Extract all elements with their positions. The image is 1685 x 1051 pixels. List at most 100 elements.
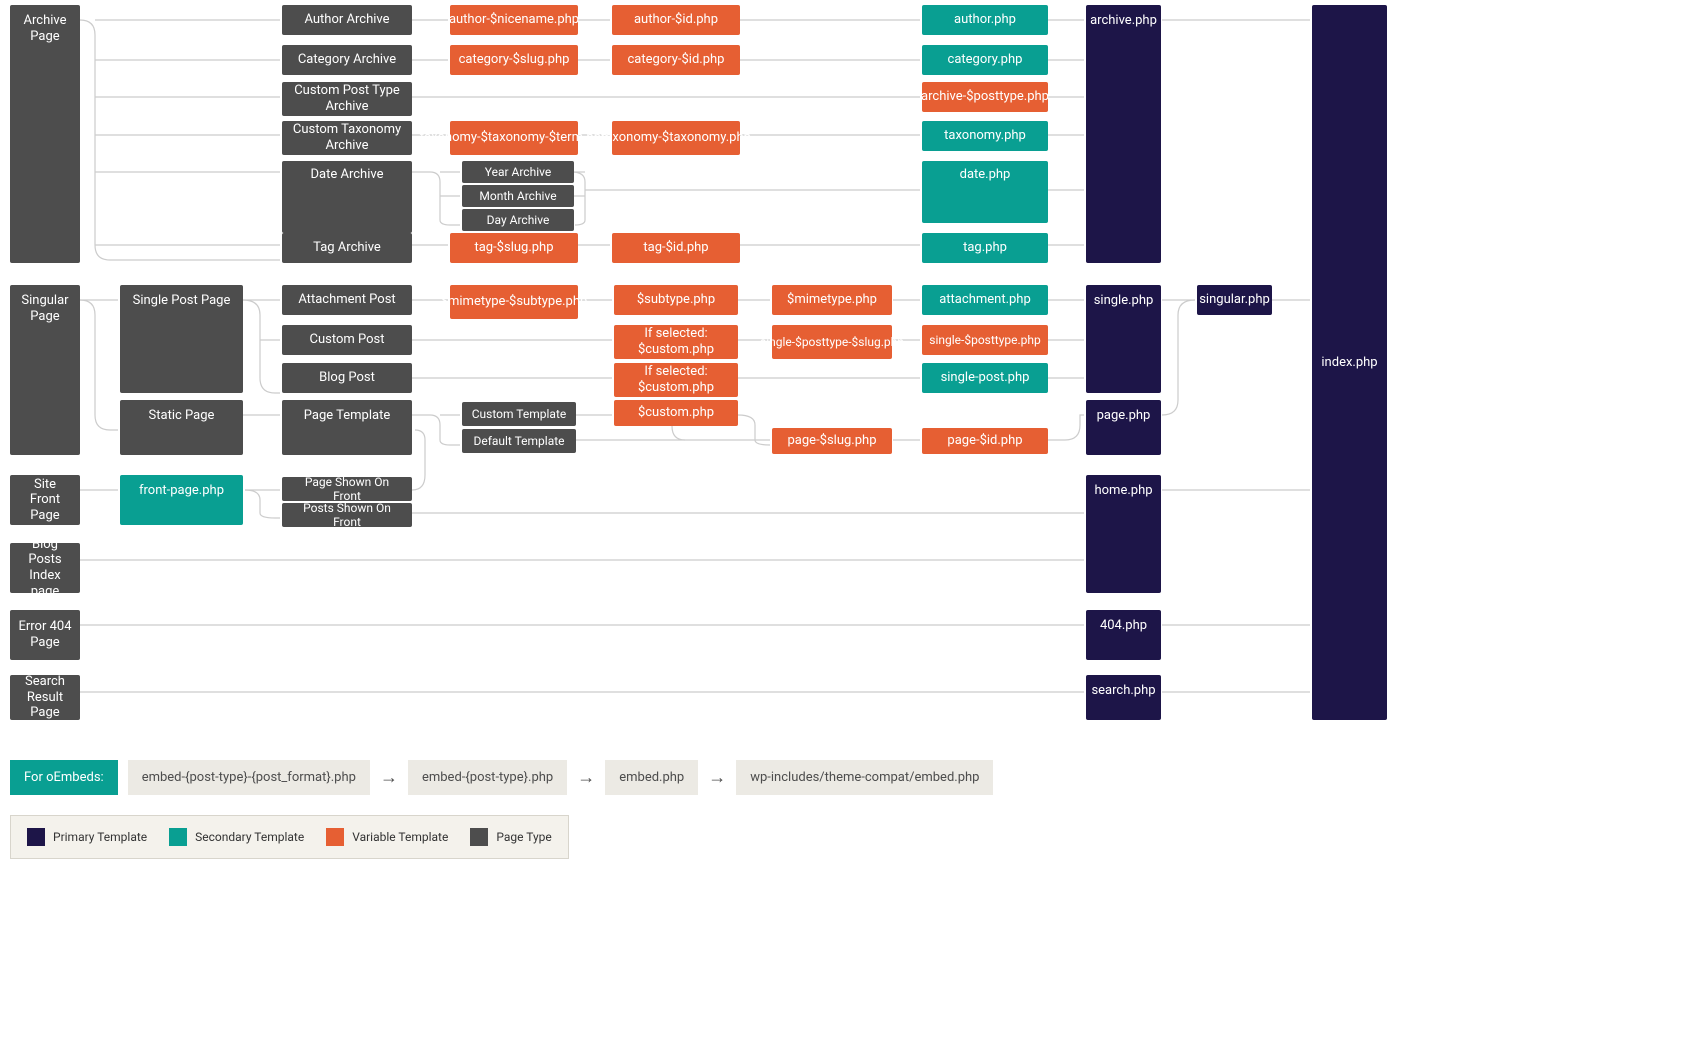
node-tag-id: tag-$id.php: [612, 233, 740, 263]
node-site-front-page: Site Front Page: [10, 475, 80, 525]
label: category.php: [948, 52, 1023, 68]
node-tag-archive: Tag Archive: [282, 233, 412, 263]
legend-label: Primary Template: [53, 830, 147, 844]
oembed-step-1: embed-{post-type}-{post_format}.php: [128, 760, 370, 795]
swatch-secondary: [169, 828, 187, 846]
node-cpt-archive: Custom Post Type Archive: [282, 82, 412, 116]
label: Custom Taxonomy Archive: [290, 122, 404, 153]
label: author.php: [954, 12, 1016, 28]
node-author-archive: Author Archive: [282, 5, 412, 35]
label: Page Template: [304, 408, 390, 424]
node-category-id: category-$id.php: [612, 45, 740, 75]
node-search-php: search.php: [1086, 675, 1161, 720]
label: Search Result Page: [18, 674, 72, 721]
label: Page Shown On Front: [290, 475, 404, 504]
node-front-page-php: front-page.php: [120, 475, 243, 525]
node-custom-php: $custom.php: [614, 400, 738, 426]
label: Attachment Post: [298, 292, 395, 308]
label: singular.php: [1199, 292, 1270, 308]
label: Custom Post Type Archive: [290, 83, 404, 114]
label: 404.php: [1100, 618, 1147, 634]
node-blog-posts-index: Blog Posts Index page: [10, 543, 80, 593]
label: index.php: [1321, 355, 1377, 371]
node-page-template: Page Template: [282, 400, 412, 455]
label: single-$posttype-$slug.php: [760, 335, 904, 349]
node-error-404: Error 404 Page: [10, 610, 80, 660]
node-single-posttype-slug: single-$posttype-$slug.php: [772, 325, 892, 359]
swatch-variable: [326, 828, 344, 846]
legend-label: Secondary Template: [195, 830, 304, 844]
oembed-step-4: wp-includes/theme-compat/embed.php: [736, 760, 993, 795]
node-taxonomy-tax: taxonomy-$taxonomy.php: [612, 121, 740, 155]
node-single-post-page: Single Post Page: [120, 285, 243, 393]
oembed-step-2: embed-{post-type}.php: [408, 760, 567, 795]
node-custom-post: Custom Post: [282, 325, 412, 355]
label: If selected: $custom.php: [622, 326, 730, 357]
node-if-selected-1: If selected: $custom.php: [614, 325, 738, 359]
label: Custom Template: [472, 407, 566, 421]
label: category-$id.php: [628, 52, 725, 68]
node-blog-post: Blog Post: [282, 363, 412, 393]
node-home-php: home.php: [1086, 475, 1161, 593]
legend-variable: Variable Template: [326, 828, 448, 846]
label: tag-$id.php: [643, 240, 708, 256]
oembed-row: For oEmbeds: embed-{post-type}-{post_for…: [10, 760, 993, 795]
label: single-$posttype.php: [929, 333, 1040, 347]
node-index-php: index.php: [1312, 5, 1387, 720]
node-taxonomy-php: taxonomy.php: [922, 121, 1048, 151]
node-date-archive: Date Archive: [282, 161, 412, 233]
node-archive-php: archive.php: [1086, 5, 1161, 263]
label: If selected: $custom.php: [622, 364, 730, 395]
label: Blog Posts Index page: [18, 537, 72, 599]
label: author-$nicename.php: [449, 12, 579, 28]
label: page.php: [1097, 408, 1151, 424]
label: Date Archive: [311, 167, 384, 183]
oembed-label: For oEmbeds:: [10, 760, 118, 795]
label: archive-$posttype.php: [921, 89, 1049, 105]
node-tag-php: tag.php: [922, 233, 1048, 263]
label: Site Front Page: [18, 477, 72, 524]
label: single.php: [1094, 293, 1154, 309]
label: date.php: [960, 167, 1011, 183]
node-day-archive: Day Archive: [462, 209, 574, 231]
node-author-nicename: author-$nicename.php: [450, 5, 578, 35]
label: Posts Shown On Front: [290, 501, 404, 530]
label: home.php: [1094, 483, 1152, 499]
node-404-php: 404.php: [1086, 610, 1161, 660]
label: $mimetype-$subtype.php: [441, 294, 588, 310]
label: attachment.php: [939, 292, 1031, 308]
node-mimetype: $mimetype.php: [772, 285, 892, 315]
node-page-php: page.php: [1086, 400, 1161, 455]
node-search-result: Search Result Page: [10, 675, 80, 720]
node-category-slug: category-$slug.php: [450, 45, 578, 75]
node-default-template: Default Template: [462, 429, 576, 453]
swatch-primary: [27, 828, 45, 846]
label: front-page.php: [139, 483, 224, 499]
label: author-$id.php: [634, 12, 718, 28]
node-subtype: $subtype.php: [614, 285, 738, 315]
node-ct-archive: Custom Taxonomy Archive: [282, 121, 412, 155]
label: Error 404 Page: [18, 619, 72, 650]
node-year-archive: Year Archive: [462, 161, 574, 183]
label: Single Post Page: [133, 293, 231, 309]
label: Blog Post: [319, 370, 375, 386]
swatch-page-type: [470, 828, 488, 846]
node-tag-slug: tag-$slug.php: [450, 233, 578, 263]
node-attachment-post: Attachment Post: [282, 285, 412, 315]
node-author-id: author-$id.php: [612, 5, 740, 35]
label: tag.php: [963, 240, 1007, 256]
label: taxonomy-$taxonomy-$term.php: [420, 130, 608, 146]
node-taxonomy-term: taxonomy-$taxonomy-$term.php: [450, 121, 578, 155]
label: Static Page: [149, 408, 215, 424]
arrow-icon: →: [577, 767, 595, 788]
node-page-shown-front: Page Shown On Front: [282, 477, 412, 501]
node-custom-template: Custom Template: [462, 402, 576, 426]
legend-label: Variable Template: [352, 830, 448, 844]
label: Month Archive: [479, 189, 556, 203]
label: Day Archive: [487, 213, 550, 227]
oembed-step-3: embed.php: [605, 760, 698, 795]
node-if-selected-2: If selected: $custom.php: [614, 363, 738, 397]
node-archive-posttype: archive-$posttype.php: [922, 82, 1048, 112]
node-single-php: single.php: [1086, 285, 1161, 393]
connector-lines: [0, 0, 1685, 1051]
